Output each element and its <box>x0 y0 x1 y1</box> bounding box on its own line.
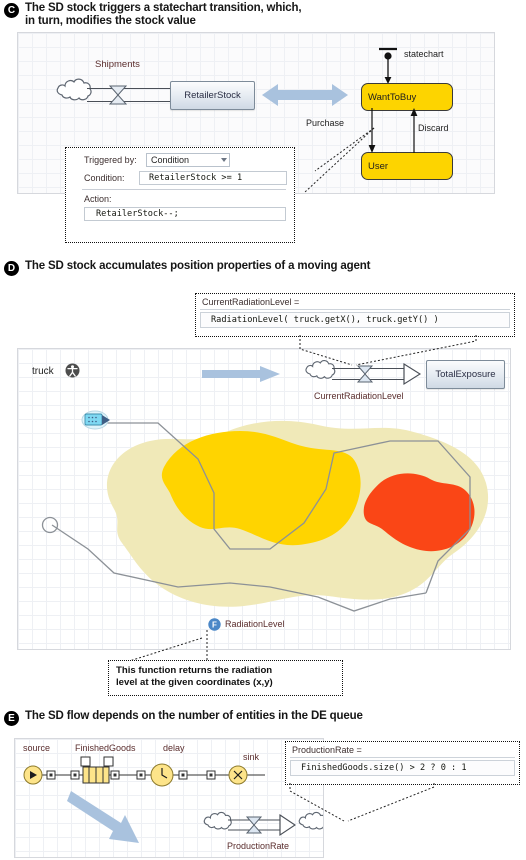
callout-code: RadiationLevel( truck.getX(), truck.getY… <box>200 312 510 328</box>
bidirectional-link-arrow <box>262 84 348 106</box>
flow-label-current-radiation-level: CurrentRadiationLevel <box>314 391 404 401</box>
valve-icon <box>245 816 263 834</box>
section-c-title: The SD stock triggers a statechart trans… <box>25 2 302 28</box>
stock-label: TotalExposure <box>435 369 496 380</box>
cloud-source-icon <box>56 78 92 101</box>
agent-person-icon <box>65 363 80 378</box>
triggered-by-label: Triggered by: <box>84 155 137 165</box>
condition-input[interactable]: RetailerStock >= 1 <box>139 171 287 185</box>
sink-block-icon <box>228 765 248 785</box>
delay-block-icon <box>150 763 174 787</box>
route-start-marker <box>41 516 59 534</box>
de-label-finished-goods: FinishedGoods <box>75 743 136 753</box>
action-input[interactable]: RetailerStock--; <box>84 207 286 221</box>
callout-title: ProductionRate = <box>290 745 515 758</box>
section-d-title: The SD stock accumulates position proper… <box>25 260 371 272</box>
de-process-chain[interactable] <box>19 756 269 787</box>
section-badge-d: D <box>4 261 19 276</box>
stock-retailer-stock[interactable]: RetailerStock <box>170 81 255 110</box>
chevron-down-icon[interactable] <box>221 158 227 162</box>
flow-label-production-rate: ProductionRate <box>227 841 290 851</box>
callout-code: FinishedGoods.size() > 2 ? 0 : 1 <box>290 760 515 776</box>
triggered-by-select[interactable]: Condition <box>146 153 230 167</box>
de-label-delay: delay <box>163 743 185 753</box>
statechart-label: statechart <box>404 49 444 59</box>
agent-label-truck: truck <box>32 366 54 377</box>
section-d-canvas[interactable]: truck CurrentRadiationLevel TotalExposur… <box>17 348 511 650</box>
callout-title: CurrentRadiationLevel = <box>200 297 510 310</box>
section-c-heading: C The SD stock triggers a statechart tra… <box>4 2 434 28</box>
function-label-radiation-level: RadiationLevel <box>225 619 285 629</box>
section-e-heading: E The SD flow depends on the number of e… <box>4 710 504 726</box>
flow-label-shipments: Shipments <box>95 59 140 70</box>
transition-properties-popup[interactable]: Triggered by: Condition Condition: Retai… <box>65 147 295 243</box>
triggered-by-value: Condition <box>151 155 190 165</box>
action-value: RetailerStock--; <box>96 209 179 219</box>
state-label: WantToBuy <box>368 91 417 103</box>
section-badge-c: C <box>4 3 19 18</box>
radiation-map <box>41 420 489 612</box>
stock-label: RetailerStock <box>184 90 241 101</box>
section-e-title: The SD flow depends on the number of ent… <box>25 710 363 722</box>
valve-icon <box>356 365 374 383</box>
radiation-function-note: This function returns the radiation leve… <box>108 660 343 696</box>
popup-divider <box>82 189 286 190</box>
callout-leader-lines-d <box>299 335 477 366</box>
condition-row: Condition: RetailerStock >= 1 <box>72 171 288 185</box>
action-label: Action: <box>84 194 112 204</box>
section-d-heading: D The SD stock accumulates position prop… <box>4 260 504 276</box>
influence-arrow-diagonal <box>67 791 139 843</box>
section-badge-e: E <box>4 711 19 726</box>
production-rate-callout[interactable]: ProductionRate = FinishedGoods.size() > … <box>285 741 520 785</box>
triggered-by-row: Triggered by: Condition <box>72 153 288 167</box>
truck-agent-icon[interactable] <box>80 409 114 431</box>
svg-text:F: F <box>212 621 217 630</box>
de-label-source: source <box>23 743 51 753</box>
cloud-source-icon <box>203 811 232 830</box>
queue-block-icon <box>80 756 114 784</box>
valve-icon <box>108 85 128 105</box>
condition-value: RetailerStock >= 1 <box>149 173 243 183</box>
callout-leader-lines-e <box>289 783 435 822</box>
statechart-entry-point <box>379 47 397 84</box>
condition-label: Condition: <box>84 173 125 183</box>
influence-arrow <box>202 366 280 382</box>
transition-label-discard: Discard <box>418 123 449 133</box>
section-e-canvas[interactable]: source FinishedGoods delay sink Producti… <box>14 738 324 858</box>
current-radiation-level-callout[interactable]: CurrentRadiationLevel = RadiationLevel( … <box>195 293 515 337</box>
